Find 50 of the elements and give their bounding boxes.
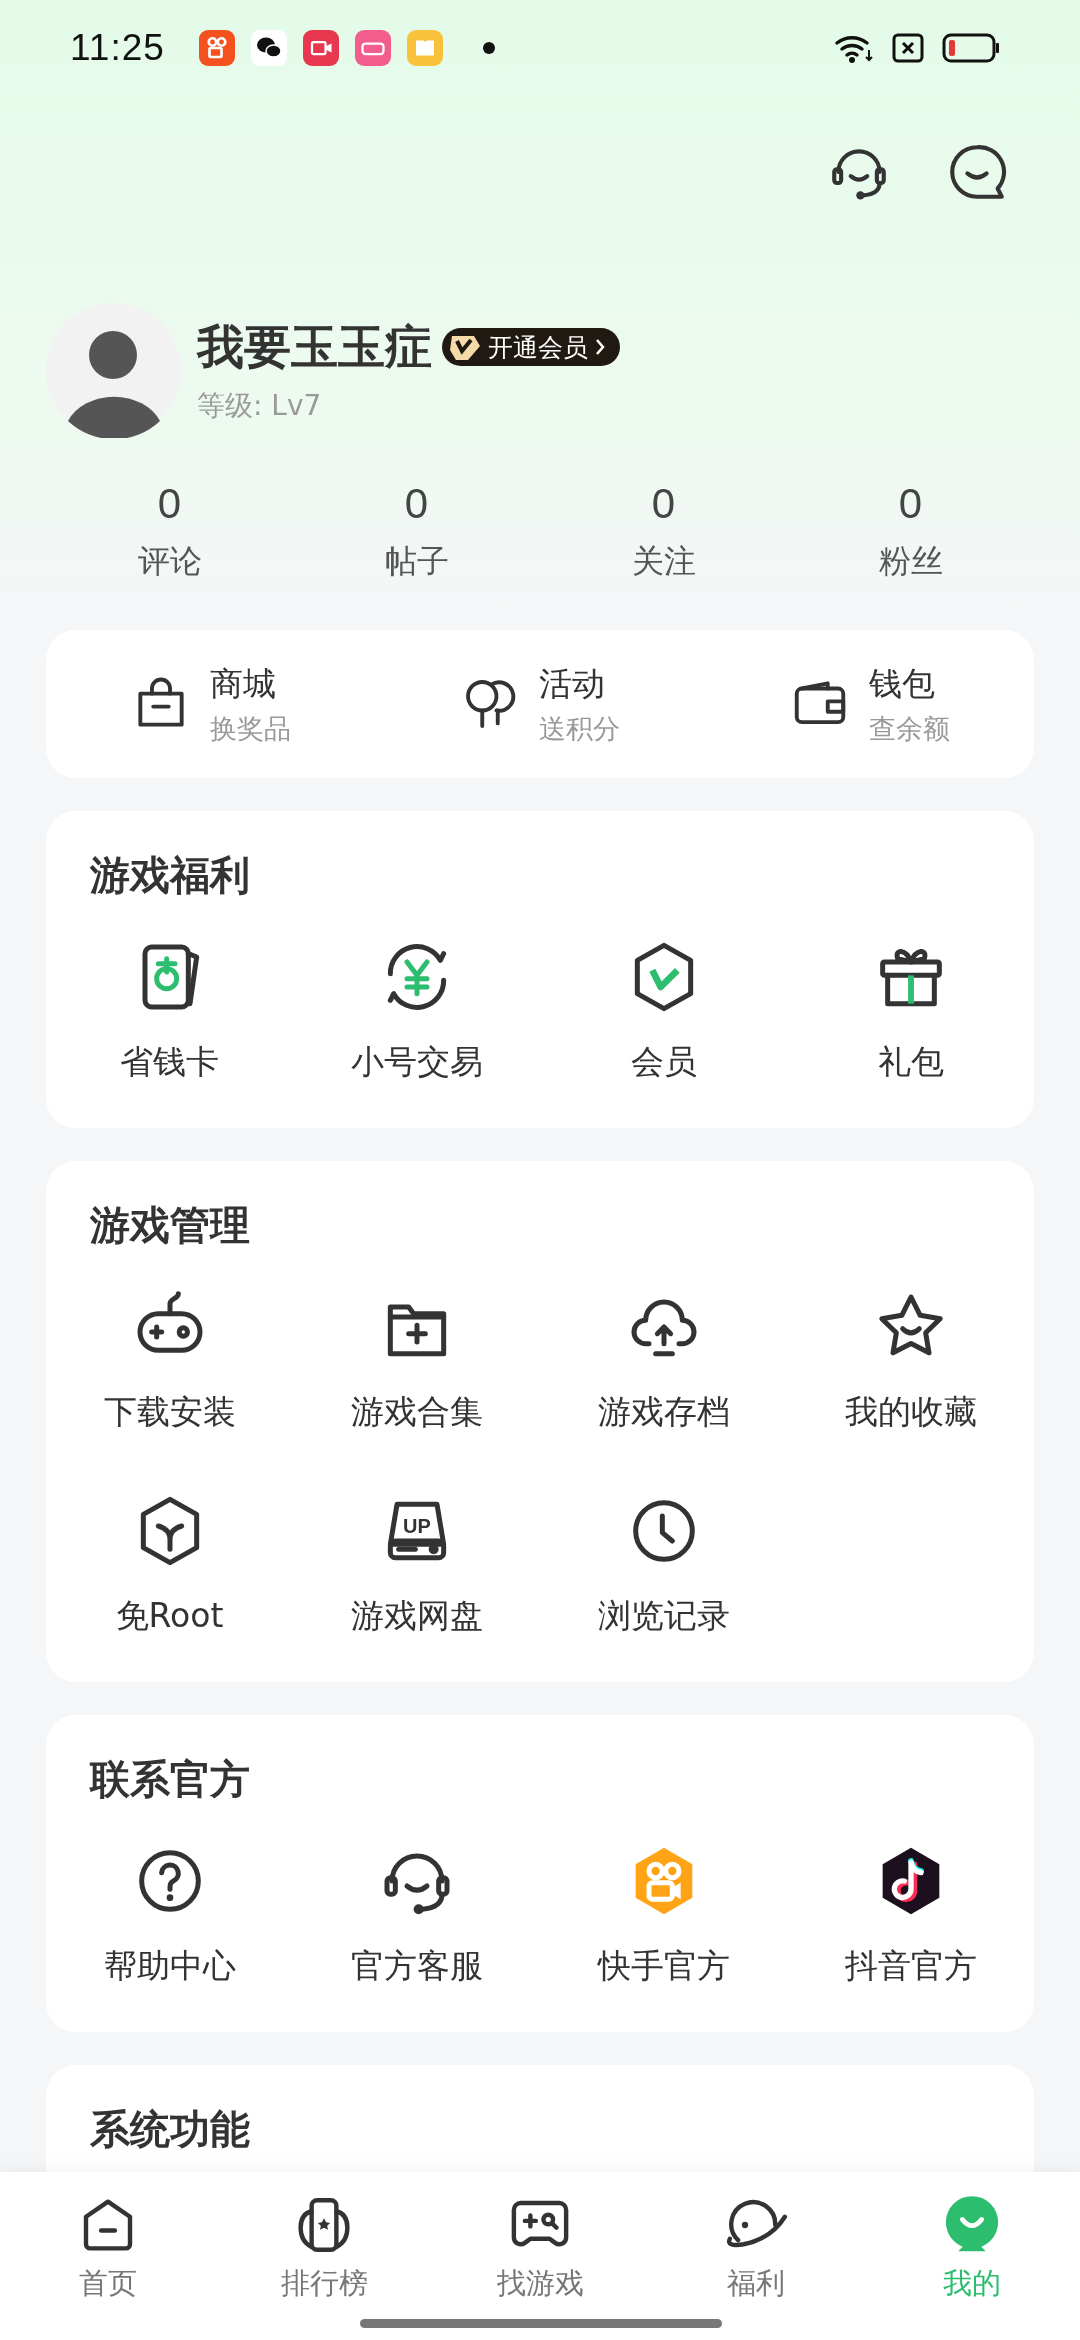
status-time: 11:25 — [70, 26, 165, 69]
link-subtitle: 送积分 — [539, 711, 621, 746]
stat-label[interactable]: 关注 — [631, 540, 696, 584]
app-icon — [198, 29, 235, 66]
menu-label[interactable]: 省钱卡 — [120, 1040, 219, 1085]
link-title[interactable]: 钱包 — [868, 661, 950, 707]
menu-label[interactable]: 下载安装 — [103, 1390, 236, 1435]
menu-label[interactable]: 抖音官方 — [844, 1944, 977, 1989]
menu-label[interactable]: 小号交易 — [350, 1040, 483, 1085]
link-subtitle: 换奖品 — [210, 711, 292, 746]
menu-label[interactable]: 浏览记录 — [597, 1594, 730, 1639]
nav-tab[interactable]: 找游戏 — [432, 2172, 648, 2340]
section-title: 游戏福利 — [90, 851, 251, 900]
app-icon — [250, 29, 287, 66]
notification-dot-icon — [482, 41, 495, 54]
sim-icon — [892, 32, 924, 63]
stat-count[interactable]: 0 — [404, 480, 429, 528]
vip-badge[interactable]: 开通会员 — [442, 328, 620, 366]
app-icon — [354, 29, 391, 66]
menu-label[interactable]: 免Root — [115, 1594, 224, 1639]
app-icon — [302, 29, 339, 66]
battery-icon — [942, 32, 1000, 63]
menu-label[interactable]: 帮助中心 — [103, 1944, 236, 1989]
menu-label[interactable]: 我的收藏 — [844, 1390, 977, 1435]
menu-label[interactable]: 游戏存档 — [597, 1390, 730, 1435]
stat-count[interactable]: 0 — [898, 480, 923, 528]
menu-label[interactable]: 会员 — [630, 1040, 697, 1085]
section-title: 游戏管理 — [90, 1201, 251, 1250]
menu-label[interactable]: 快手官方 — [597, 1944, 730, 1989]
app-icon — [406, 29, 443, 66]
nav-tab[interactable]: 首页 — [0, 2172, 216, 2340]
menu-label[interactable]: 礼包 — [877, 1040, 944, 1085]
menu-label[interactable]: 游戏合集 — [350, 1390, 483, 1435]
avatar[interactable] — [46, 302, 181, 438]
nav-tab[interactable]: 排行榜 — [216, 2172, 432, 2340]
section-title: 联系官方 — [90, 1755, 251, 1804]
section-title: 系统功能 — [90, 2105, 251, 2154]
nav-tab[interactable]: 福利 — [648, 2172, 864, 2340]
stat-count[interactable]: 0 — [651, 480, 676, 528]
stat-label[interactable]: 评论 — [137, 540, 202, 584]
user-level: 等级: Lv7 — [197, 387, 323, 424]
stat-count[interactable]: 0 — [157, 480, 182, 528]
link-subtitle: 查余额 — [868, 711, 950, 746]
stat-label[interactable]: 帖子 — [384, 540, 449, 584]
menu-label[interactable]: 游戏网盘 — [350, 1594, 483, 1639]
user-name: 我要玉玉症 — [197, 317, 432, 376]
stat-label[interactable]: 粉丝 — [878, 540, 943, 584]
link-title[interactable]: 商城 — [210, 661, 292, 707]
menu-label[interactable]: 官方客服 — [350, 1944, 483, 1989]
link-title[interactable]: 活动 — [539, 661, 621, 707]
